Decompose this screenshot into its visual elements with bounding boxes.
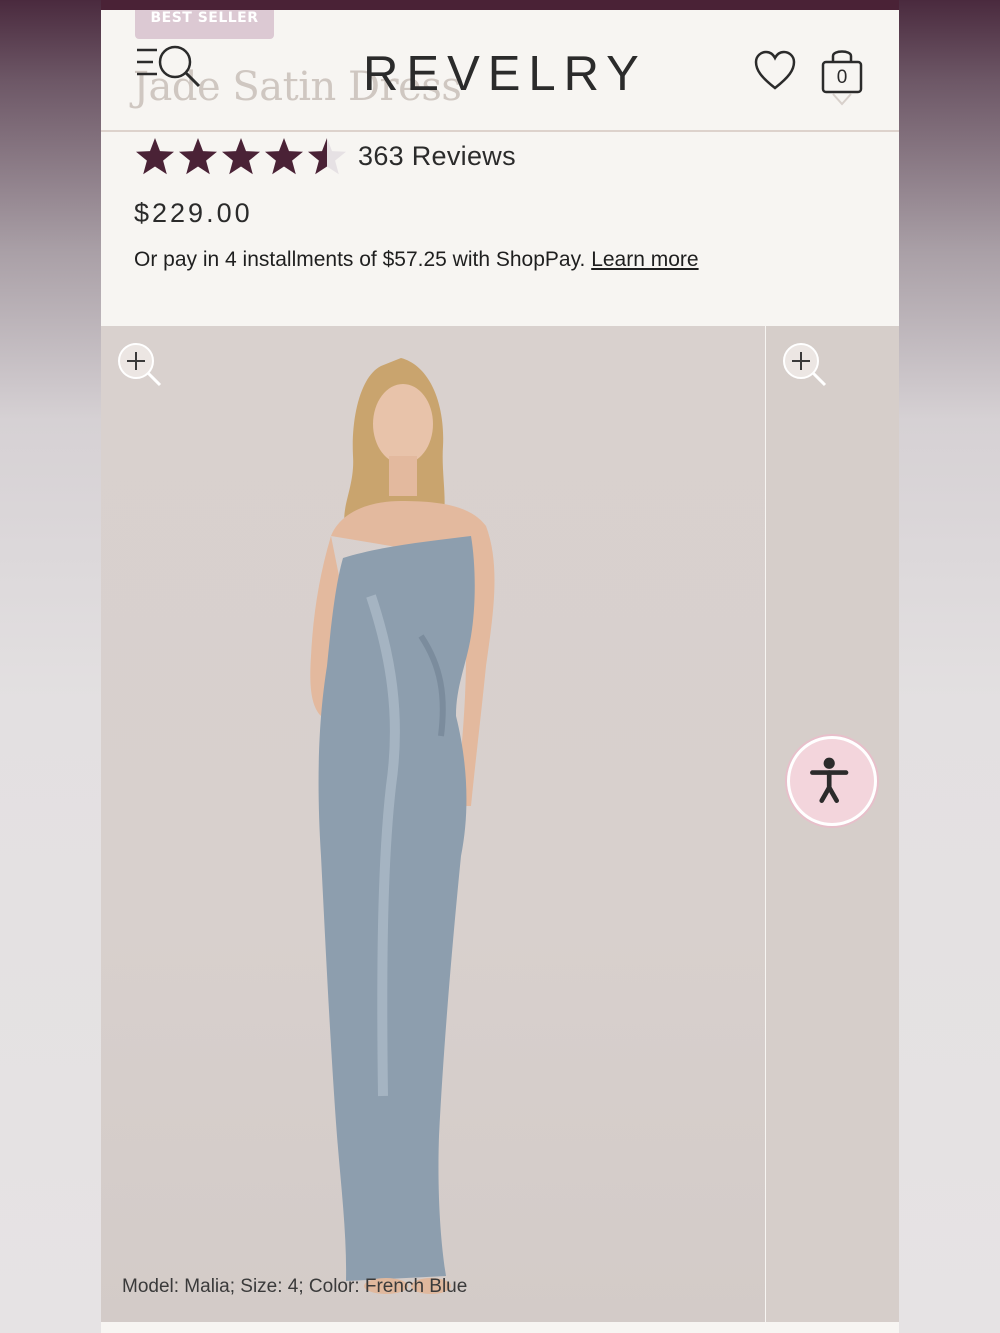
cart-count: 0 [836,67,848,88]
rating-star [136,138,174,175]
product-price: $229.00 [134,198,253,228]
menu-search-icon[interactable] [135,44,205,94]
star-rating [136,138,346,175]
product-image-main[interactable]: Model: Malia; Size: 4; Color: French Blu… [101,326,765,1322]
reviews-count[interactable]: 363 Reviews [358,141,516,172]
rating-star [222,138,260,175]
heart-icon[interactable] [753,50,797,92]
best-seller-badge: BEST SELLER [135,10,274,39]
zoom-in-icon[interactable] [117,342,163,388]
rating-star [179,138,217,175]
rating-star [265,138,303,175]
accessibility-button[interactable] [787,736,877,826]
rating-star [308,138,346,175]
top-bar [101,0,899,10]
model-in-dress-image [310,358,495,1294]
zoom-in-icon[interactable] [782,342,828,388]
phone-screen: Jade Satin Dress BEST SELLER REVELRY 0 3… [101,0,899,1333]
accessibility-icon [810,757,849,803]
learn-more-link[interactable]: Learn more [591,248,698,271]
revelry-logo[interactable]: REVELRY [363,46,647,102]
image-caption: Model: Malia; Size: 4; Color: French Blu… [122,1276,468,1297]
site-header: Jade Satin Dress BEST SELLER REVELRY 0 [101,10,899,132]
installments-message: Or pay in 4 installments of $57.25 with … [134,248,586,271]
installments-text: Or pay in 4 installments of $57.25 with … [134,248,699,272]
